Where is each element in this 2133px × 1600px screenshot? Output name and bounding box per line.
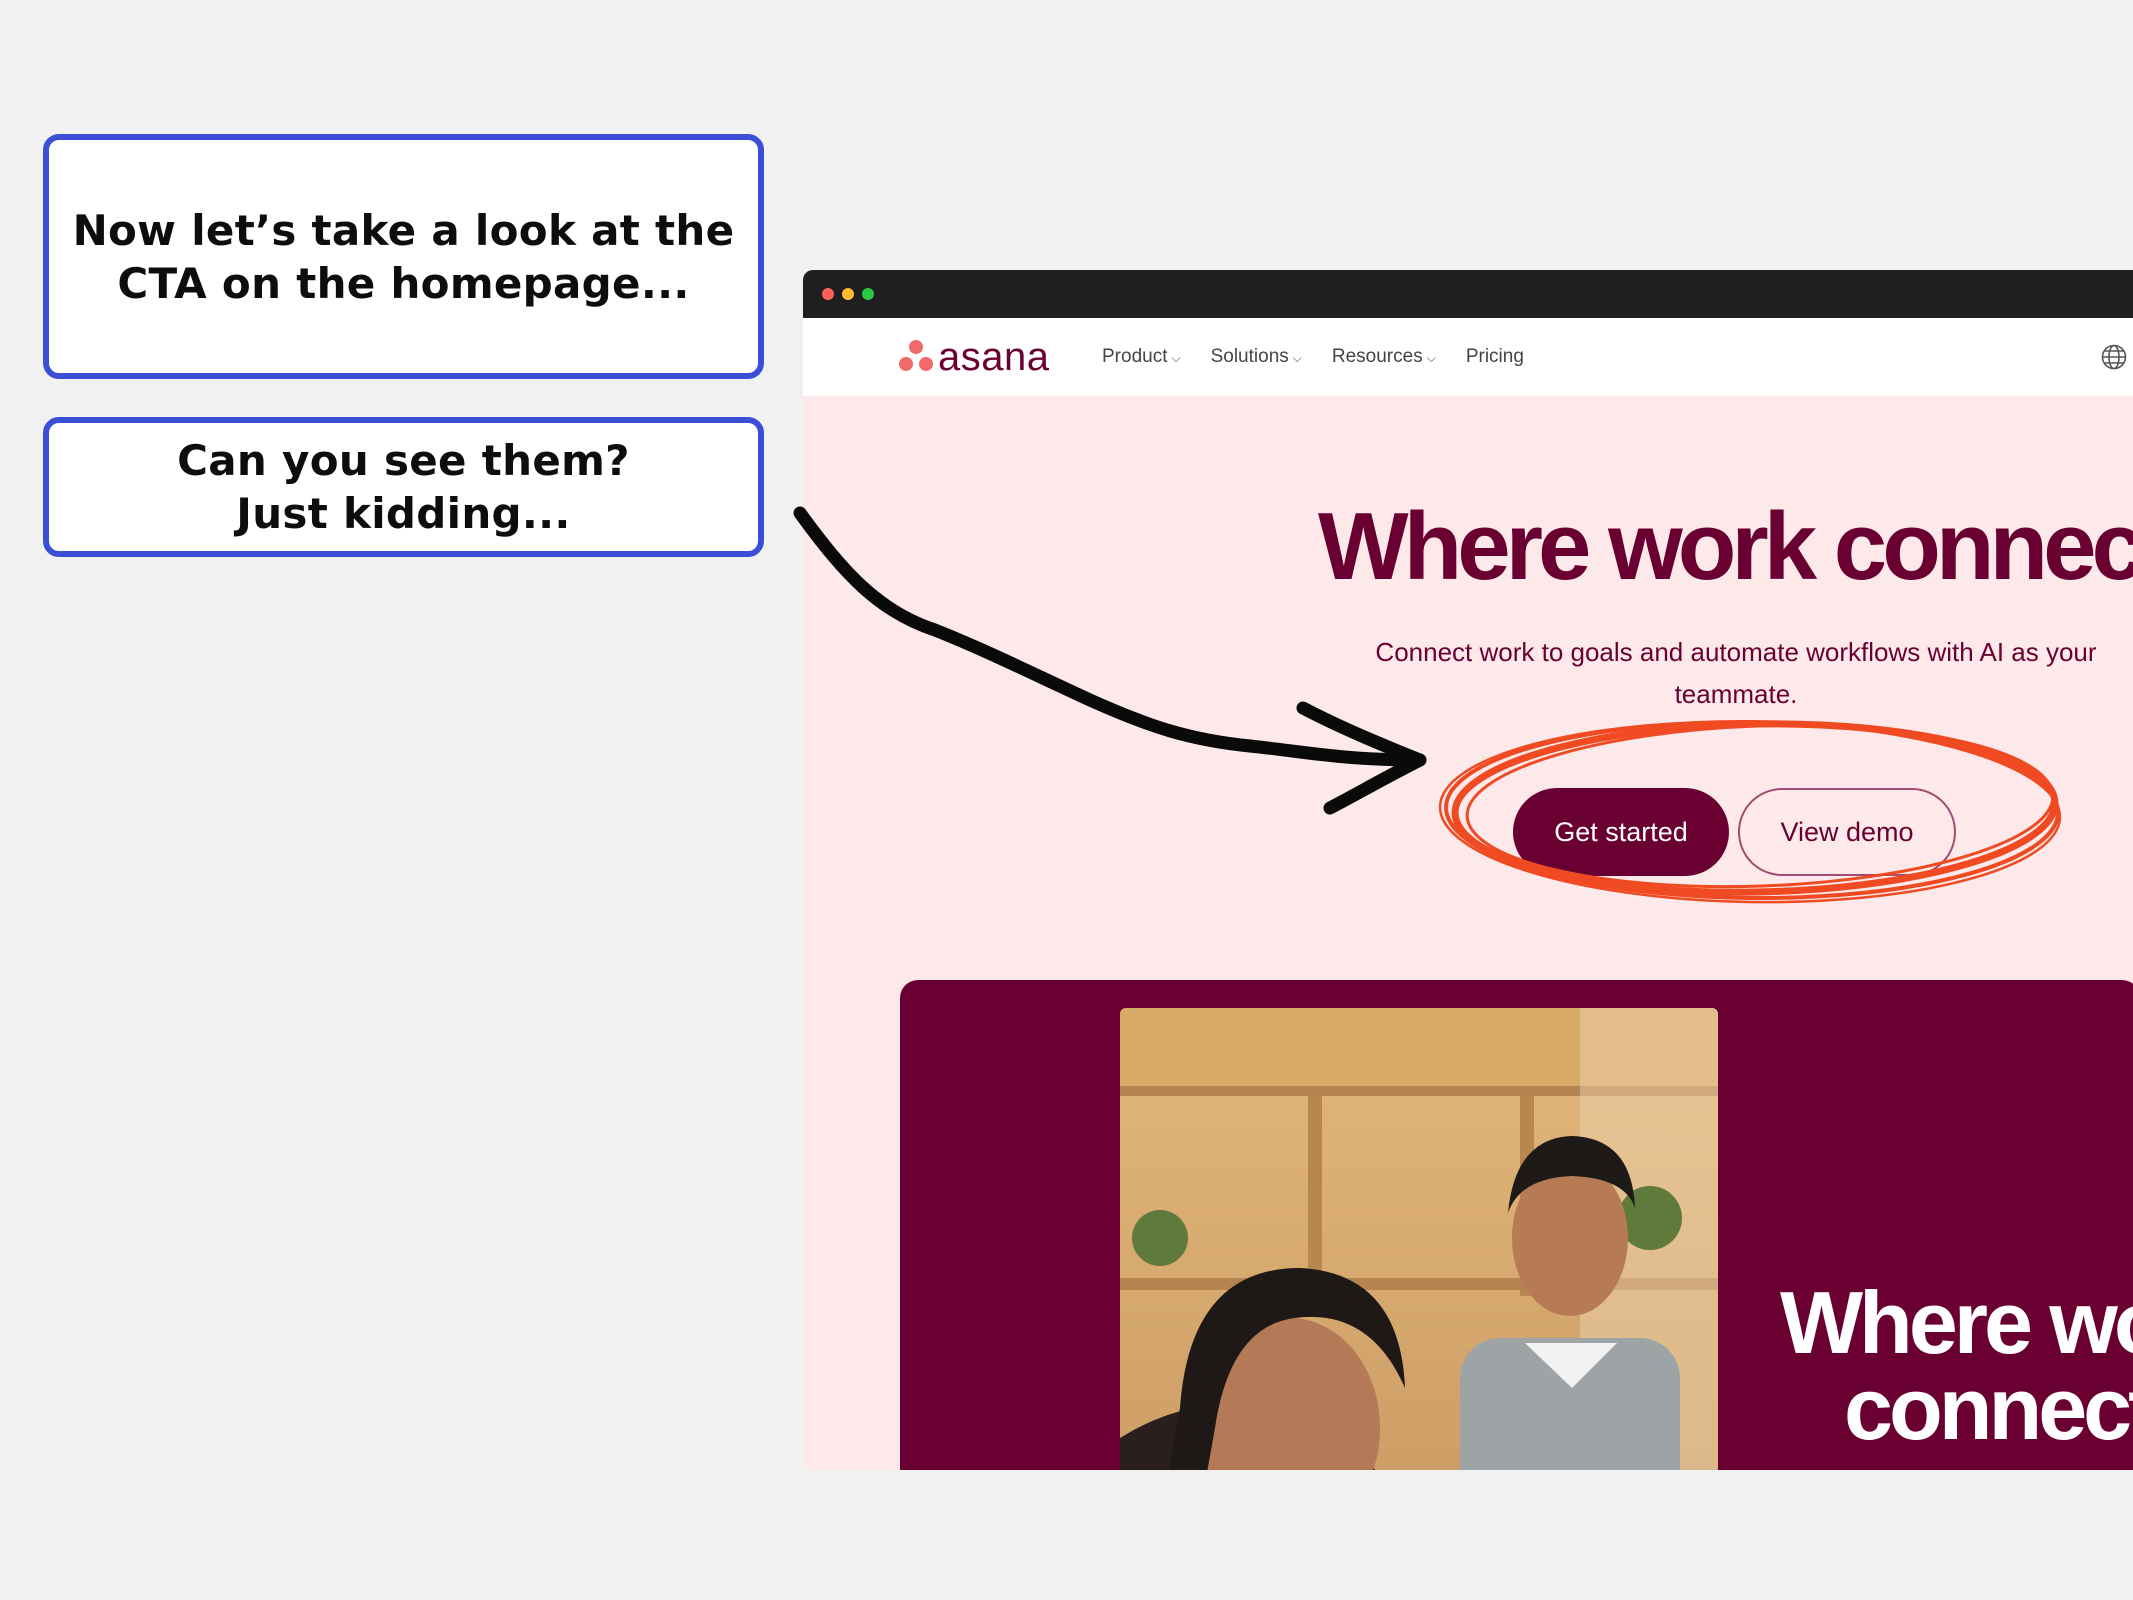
maximize-window-button[interactable]: [862, 288, 874, 300]
callout-box-cta-intro: Now let’s take a look at the CTA on the …: [43, 134, 764, 379]
hero-subtitle: Connect work to goals and automate workf…: [1375, 637, 2097, 709]
callout-box-joke: Can you see them? Just kidding...: [43, 417, 764, 557]
nav-product[interactable]: Product ⌵: [1102, 346, 1181, 368]
callout-line: Can you see them?: [177, 436, 630, 485]
asana-logo-icon: [898, 340, 934, 374]
nav-label: Solutions: [1210, 346, 1289, 367]
nav-resources[interactable]: Resources ⌵: [1332, 346, 1436, 368]
video-text-line: connects: [1844, 1359, 2133, 1453]
callout-line: Now let’s take a look at the: [72, 205, 735, 255]
nav-label: Resources: [1331, 346, 1423, 367]
close-window-button[interactable]: [822, 288, 834, 300]
chevron-down-icon: ⌵: [1426, 351, 1436, 365]
site-navbar: asana Product ⌵ Solutions ⌵ Resources ⌵ Pri…: [803, 318, 2133, 396]
video-overlay-text: Where work connects: [1780, 1280, 2133, 1452]
chevron-down-icon: ⌵: [1171, 351, 1181, 365]
nav-pricing[interactable]: Pricing: [1466, 346, 1524, 368]
video-text-line: Where work: [1780, 1280, 2133, 1372]
logo-wordmark: asana: [938, 335, 1050, 379]
callout-line: Just kidding...: [236, 489, 571, 538]
get-started-button[interactable]: Get started: [1513, 788, 1729, 876]
hero-video[interactable]: Where work connects: [900, 980, 2133, 1470]
asana-logo[interactable]: asana: [898, 335, 1050, 379]
hero-section: Where work connects Connect work to goal…: [803, 396, 2133, 1470]
main-nav: Product ⌵ Solutions ⌵ Resources ⌵ Pricing: [1102, 318, 1554, 396]
nav-solutions[interactable]: Solutions ⌵: [1211, 346, 1302, 368]
globe-icon[interactable]: [2101, 344, 2127, 370]
minimize-window-button[interactable]: [842, 288, 854, 300]
video-thumbnail-image: [1120, 1008, 1718, 1470]
browser-window: asana Product ⌵ Solutions ⌵ Resources ⌵ Pri…: [803, 270, 2133, 1470]
chevron-down-icon: ⌵: [1292, 351, 1302, 365]
hero-title: Where work connects: [1318, 493, 2133, 600]
nav-label: Product: [1102, 346, 1168, 367]
callout-line: CTA on the homepage...: [117, 258, 690, 308]
browser-title-bar: [803, 270, 2133, 318]
view-demo-button[interactable]: View demo: [1738, 788, 1956, 876]
